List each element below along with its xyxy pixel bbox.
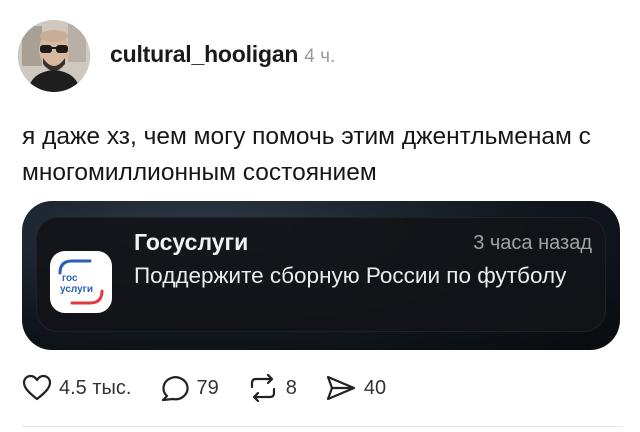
notification-body: Поддержите сборную России по футболу (134, 263, 567, 288)
comment-count: 79 (196, 376, 219, 399)
notification-app-name: Госуслуги (134, 229, 249, 255)
icon-text-line2: услуги (60, 284, 93, 295)
gosuslugi-logo-icon: гос услуги (58, 259, 104, 305)
gosuslugi-app-icon: гос услуги (50, 251, 112, 313)
divider (22, 426, 622, 427)
post-time: 4 ч. (304, 45, 336, 67)
post-text: я даже хз, чем могу помочь этим джентльм… (22, 123, 591, 186)
repost-icon (250, 374, 275, 402)
like-count: 4.5 тыс. (59, 376, 132, 399)
notification-screenshot: гос услуги Госуслуги 3 часа назад Поддер… (22, 201, 620, 350)
heart-icon (22, 374, 52, 401)
post-header: cultural_hooligan 4 ч. (18, 20, 335, 92)
share-icon (326, 375, 355, 401)
username[interactable]: cultural_hooligan (110, 41, 298, 68)
comment-button[interactable]: 79 (159, 374, 219, 402)
comment-icon (162, 376, 189, 402)
share-button[interactable]: 40 (325, 374, 386, 402)
notification-banner: гос услуги Госуслуги 3 часа назад Поддер… (36, 217, 606, 332)
icon-text-line1: гос (62, 273, 78, 284)
post-actions: 4.5 тыс. 79 8 40 (22, 374, 414, 402)
like-button[interactable]: 4.5 тыс. (22, 374, 131, 402)
repost-count: 8 (285, 376, 297, 399)
avatar[interactable] (18, 20, 90, 92)
share-count: 40 (363, 376, 387, 399)
notification-time: 3 часа назад (473, 232, 592, 254)
avatar-image (18, 20, 90, 92)
repost-button[interactable]: 8 (247, 374, 297, 402)
